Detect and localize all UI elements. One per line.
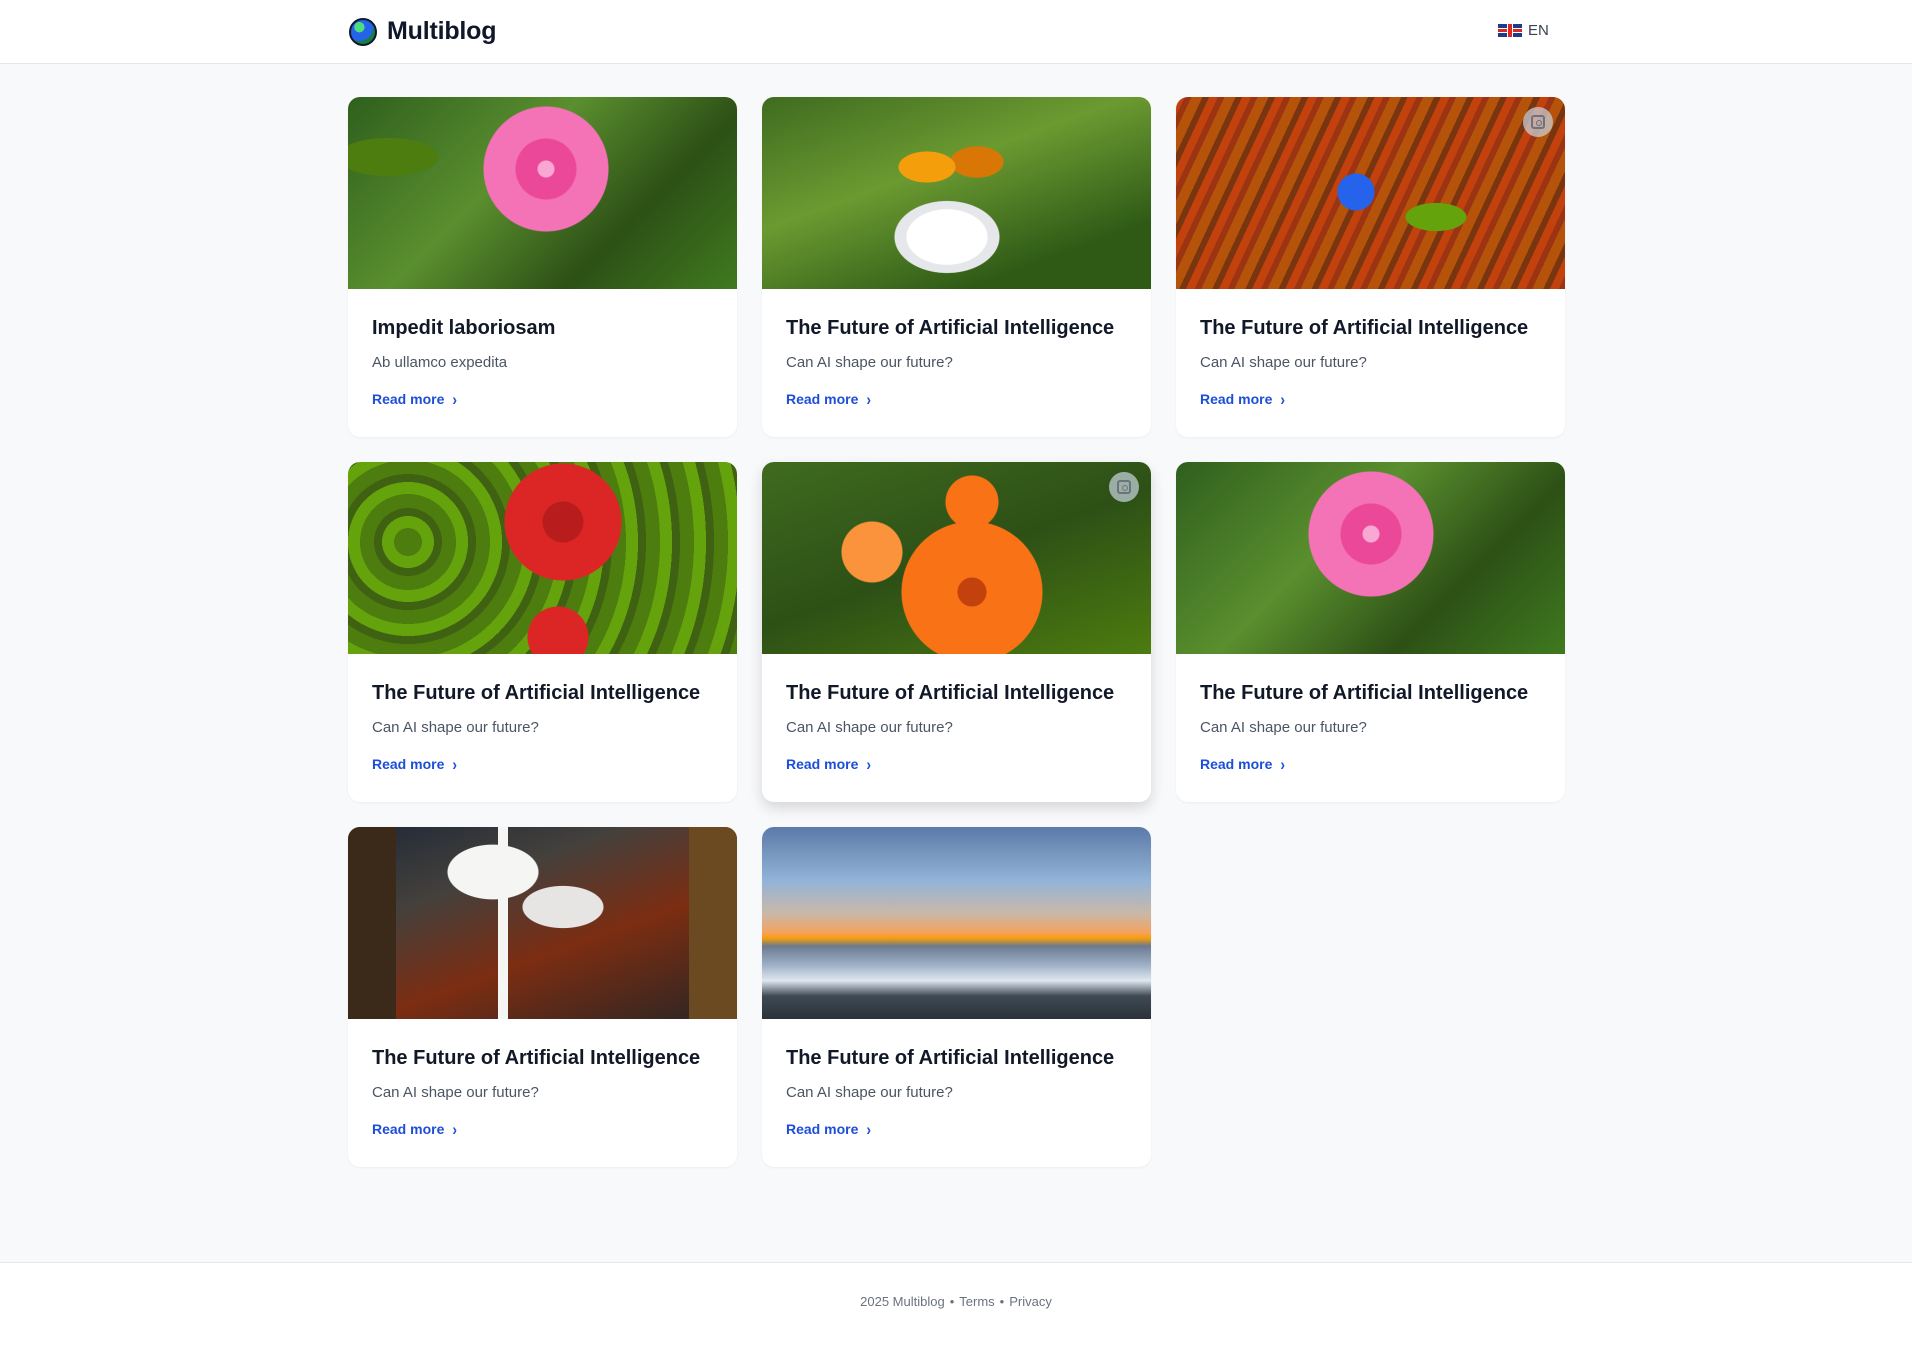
post-excerpt: Ab ullamco expedita <box>372 354 508 371</box>
post-card[interactable]: Impedit laboriosam Ab ullamco expedita R… <box>348 97 737 437</box>
post-title[interactable]: The Future of Artificial Intelligence <box>372 1045 713 1071</box>
chevron-right-icon: › <box>866 1119 872 1139</box>
read-more-link[interactable]: Read more › <box>372 389 458 409</box>
site-title: Multiblog <box>387 17 497 45</box>
post-excerpt: Can AI shape our future? <box>1200 354 1367 371</box>
post-excerpt: Can AI shape our future? <box>786 1084 953 1101</box>
read-more-link[interactable]: Read more › <box>1200 754 1286 774</box>
read-more-label: Read more <box>786 756 859 772</box>
uk-flag-icon <box>1498 24 1522 37</box>
post-image[interactable] <box>348 97 737 289</box>
post-image[interactable] <box>1176 462 1565 654</box>
post-title[interactable]: The Future of Artificial Intelligence <box>786 1045 1127 1071</box>
visual-search-icon[interactable] <box>1523 107 1553 137</box>
chevron-right-icon: › <box>866 754 872 774</box>
post-image[interactable] <box>762 462 1151 654</box>
read-more-link[interactable]: Read more › <box>372 1119 458 1139</box>
post-title[interactable]: The Future of Artificial Intelligence <box>786 315 1127 341</box>
read-more-label: Read more <box>1200 391 1273 407</box>
read-more-label: Read more <box>786 1121 859 1137</box>
post-image[interactable] <box>348 827 737 1019</box>
footer-separator: • <box>949 1294 955 1309</box>
globe-icon <box>349 17 377 46</box>
site-footer: 2025 Multiblog • Terms • Privacy <box>0 1262 1912 1346</box>
post-title[interactable]: The Future of Artificial Intelligence <box>372 680 713 706</box>
site-header: Multiblog EN <box>0 0 1912 64</box>
post-card[interactable]: The Future of Artificial Intelligence Ca… <box>762 827 1151 1167</box>
post-card[interactable]: The Future of Artificial Intelligence Ca… <box>762 462 1151 802</box>
post-title[interactable]: The Future of Artificial Intelligence <box>786 680 1127 706</box>
post-image[interactable] <box>348 462 737 654</box>
read-more-link[interactable]: Read more › <box>786 1119 872 1139</box>
post-image[interactable] <box>762 97 1151 289</box>
post-excerpt: Can AI shape our future? <box>372 1084 539 1101</box>
post-title[interactable]: Impedit laboriosam <box>372 315 713 341</box>
post-excerpt: Can AI shape our future? <box>1200 719 1367 736</box>
chevron-right-icon: › <box>452 389 458 409</box>
privacy-link[interactable]: Privacy <box>1009 1294 1052 1309</box>
language-code: EN <box>1528 22 1549 39</box>
footer-copyright: 2025 Multiblog <box>860 1294 945 1309</box>
post-card[interactable]: The Future of Artificial Intelligence Ca… <box>762 97 1151 437</box>
read-more-label: Read more <box>786 391 859 407</box>
post-card[interactable]: The Future of Artificial Intelligence Ca… <box>1176 462 1565 802</box>
chevron-right-icon: › <box>1280 754 1286 774</box>
post-excerpt: Can AI shape our future? <box>372 719 539 736</box>
post-card[interactable]: The Future of Artificial Intelligence Ca… <box>1176 97 1565 437</box>
post-card[interactable]: The Future of Artificial Intelligence Ca… <box>348 827 737 1167</box>
read-more-link[interactable]: Read more › <box>372 754 458 774</box>
read-more-label: Read more <box>372 391 445 407</box>
post-title[interactable]: The Future of Artificial Intelligence <box>1200 315 1541 341</box>
chevron-right-icon: › <box>452 1119 458 1139</box>
read-more-label: Read more <box>1200 756 1273 772</box>
chevron-right-icon: › <box>1280 389 1286 409</box>
visual-search-icon[interactable] <box>1109 472 1139 502</box>
read-more-link[interactable]: Read more › <box>786 754 872 774</box>
post-image[interactable] <box>1176 97 1565 289</box>
language-selector[interactable]: EN <box>1498 22 1549 39</box>
post-excerpt: Can AI shape our future? <box>786 354 953 371</box>
post-title[interactable]: The Future of Artificial Intelligence <box>1200 680 1541 706</box>
chevron-right-icon: › <box>866 389 872 409</box>
post-excerpt: Can AI shape our future? <box>786 719 953 736</box>
post-card[interactable]: The Future of Artificial Intelligence Ca… <box>348 462 737 802</box>
read-more-label: Read more <box>372 1121 445 1137</box>
site-logo[interactable]: Multiblog <box>349 17 496 46</box>
chevron-right-icon: › <box>452 754 458 774</box>
post-image[interactable] <box>762 827 1151 1019</box>
footer-separator: • <box>999 1294 1005 1309</box>
terms-link[interactable]: Terms <box>959 1294 994 1309</box>
read-more-link[interactable]: Read more › <box>1200 389 1286 409</box>
post-grid: Impedit laboriosam Ab ullamco expedita R… <box>348 97 1565 1167</box>
read-more-label: Read more <box>372 756 445 772</box>
read-more-link[interactable]: Read more › <box>786 389 872 409</box>
